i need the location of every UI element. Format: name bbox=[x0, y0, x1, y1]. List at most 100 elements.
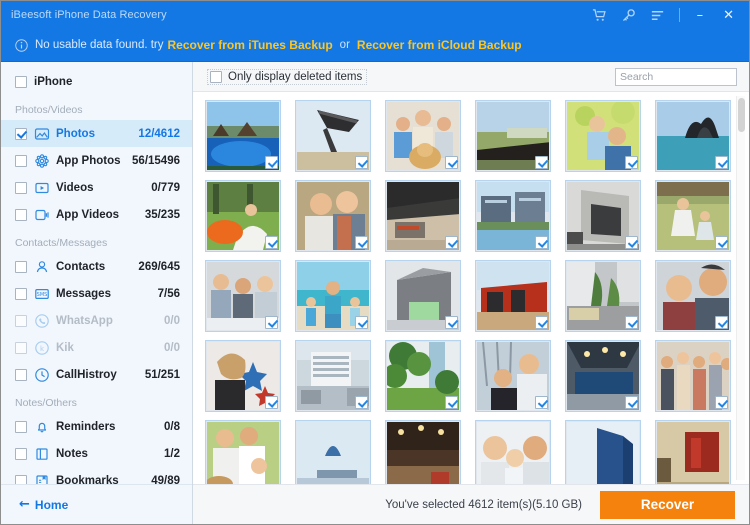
sidebar-item-app-videos[interactable]: App Videos 35/235 bbox=[1, 201, 192, 228]
sidebar-item-whatsapp[interactable]: WhatsApp 0/0 bbox=[1, 307, 192, 334]
selected-badge[interactable] bbox=[355, 316, 368, 329]
selected-badge[interactable] bbox=[535, 316, 548, 329]
whatsapp-checkbox[interactable] bbox=[15, 315, 27, 327]
selected-badge[interactable] bbox=[265, 396, 278, 409]
boy-and-father-photo[interactable] bbox=[655, 260, 731, 332]
white-apartments-photo[interactable] bbox=[295, 340, 371, 412]
videos-checkbox[interactable] bbox=[15, 182, 27, 194]
notes-checkbox[interactable] bbox=[15, 448, 27, 460]
modern-building-photo[interactable] bbox=[475, 100, 551, 172]
minimize-button[interactable]: – bbox=[694, 7, 707, 24]
selected-badge[interactable] bbox=[445, 316, 458, 329]
only-deleted-toggle[interactable]: Only display deleted items bbox=[207, 69, 367, 85]
harbour-boats-photo[interactable] bbox=[295, 420, 371, 484]
iphone-checkbox[interactable] bbox=[15, 76, 27, 88]
office-campus-photo[interactable] bbox=[475, 180, 551, 252]
app-photos-checkbox[interactable] bbox=[15, 155, 27, 167]
sidebar-list: iPhone Photos/Videos Photos 12/4612 bbox=[1, 62, 192, 484]
search-input[interactable] bbox=[615, 68, 737, 86]
green-tower-photo[interactable] bbox=[385, 340, 461, 412]
office-meeting-photo[interactable] bbox=[205, 260, 281, 332]
selected-badge[interactable] bbox=[715, 156, 728, 169]
reminders-checkbox[interactable] bbox=[15, 421, 27, 433]
expo-hall-photo[interactable] bbox=[385, 420, 461, 484]
kik-checkbox[interactable] bbox=[15, 342, 27, 354]
scrollbar-thumb[interactable] bbox=[738, 98, 745, 132]
selected-badge[interactable] bbox=[355, 236, 368, 249]
opera-house-photo[interactable] bbox=[655, 100, 731, 172]
couple-at-marina-photo[interactable] bbox=[475, 340, 551, 412]
selected-badge[interactable] bbox=[445, 396, 458, 409]
skyscraper-photo[interactable] bbox=[565, 420, 641, 484]
selected-badge[interactable] bbox=[355, 156, 368, 169]
sidebar-item-photos[interactable]: Photos 12/4612 bbox=[1, 120, 192, 147]
sidebar-item-notes[interactable]: Notes 1/2 bbox=[1, 440, 192, 467]
sidebar-item-iphone[interactable]: iPhone bbox=[1, 68, 192, 95]
family-portrait-photo[interactable] bbox=[475, 420, 551, 484]
selected-badge[interactable] bbox=[715, 236, 728, 249]
family-picnic-photo[interactable] bbox=[205, 420, 281, 484]
selected-badge[interactable] bbox=[625, 236, 638, 249]
family-with-dog-photo[interactable] bbox=[385, 100, 461, 172]
selected-badge[interactable] bbox=[265, 236, 278, 249]
selected-badge[interactable] bbox=[715, 396, 728, 409]
only-deleted-checkbox[interactable] bbox=[210, 71, 222, 83]
two-men-hugging-photo[interactable] bbox=[295, 180, 371, 252]
home-button[interactable]: ← Home bbox=[19, 498, 68, 512]
selected-badge[interactable] bbox=[265, 156, 278, 169]
selected-badge[interactable] bbox=[445, 236, 458, 249]
conference-hall-photo[interactable] bbox=[565, 340, 641, 412]
airport-terminal-photo[interactable] bbox=[385, 180, 461, 252]
close-button[interactable]: ✕ bbox=[720, 7, 737, 24]
grid-scrollbar[interactable] bbox=[736, 96, 745, 480]
mother-child-field-photo[interactable] bbox=[655, 180, 731, 252]
sidebar-item-app-photos[interactable]: App Photos 56/15496 bbox=[1, 147, 192, 174]
contacts-checkbox[interactable] bbox=[15, 261, 27, 273]
metal-sculpture-photo[interactable] bbox=[295, 100, 371, 172]
menu-icon[interactable] bbox=[650, 8, 665, 23]
recover-button[interactable]: Recover bbox=[600, 491, 735, 519]
sidebar-item-messages[interactable]: SMS Messages 7/56 bbox=[1, 280, 192, 307]
app-videos-checkbox[interactable] bbox=[15, 209, 27, 221]
selected-badge[interactable] bbox=[535, 236, 548, 249]
info-icon bbox=[15, 39, 28, 52]
bookmarks-checkbox[interactable] bbox=[15, 475, 27, 485]
content-toolbar: Only display deleted items bbox=[193, 62, 749, 92]
selected-badge[interactable] bbox=[445, 156, 458, 169]
sidebar-item-videos[interactable]: Videos 0/779 bbox=[1, 174, 192, 201]
call-history-checkbox[interactable] bbox=[15, 369, 27, 381]
wedding-couple-photo[interactable] bbox=[205, 180, 281, 252]
cart-icon[interactable] bbox=[592, 8, 607, 23]
photos-checkbox[interactable] bbox=[15, 128, 27, 140]
sidebar-item-kik[interactable]: k Kik 0/0 bbox=[1, 334, 192, 361]
red-facade-building-photo[interactable] bbox=[475, 260, 551, 332]
selected-badge[interactable] bbox=[625, 316, 638, 329]
selected-badge[interactable] bbox=[625, 156, 638, 169]
sidebar-item-label: Contacts bbox=[56, 261, 105, 273]
key-icon[interactable] bbox=[621, 8, 636, 23]
grey-pavilion-photo[interactable] bbox=[385, 260, 461, 332]
selected-badge[interactable] bbox=[265, 316, 278, 329]
selected-badge[interactable] bbox=[625, 396, 638, 409]
sidebar-item-bookmarks[interactable]: Bookmarks 49/89 bbox=[1, 467, 192, 484]
sidebar-item-call-history[interactable]: CallHistroy 51/251 bbox=[1, 361, 192, 388]
notice-bar: No usable data found. try Recover from i… bbox=[1, 29, 749, 62]
selected-badge[interactable] bbox=[535, 396, 548, 409]
sidebar-item-contacts[interactable]: Contacts 269/645 bbox=[1, 253, 192, 280]
recover-from-icloud-link[interactable]: Recover from iCloud Backup bbox=[357, 38, 522, 52]
woman-with-stars-photo[interactable] bbox=[205, 340, 281, 412]
selected-badge[interactable] bbox=[535, 156, 548, 169]
recover-from-itunes-link[interactable]: Recover from iTunes Backup bbox=[168, 38, 333, 52]
crowd-walking-photo[interactable] bbox=[655, 340, 731, 412]
family-on-beach-photo[interactable] bbox=[295, 260, 371, 332]
sidebar-item-reminders[interactable]: Reminders 0/8 bbox=[1, 413, 192, 440]
city-street-photo[interactable] bbox=[565, 260, 641, 332]
thumbnail-image bbox=[387, 422, 459, 484]
pool-resort-photo[interactable] bbox=[205, 100, 281, 172]
lobby-interior-photo[interactable] bbox=[655, 420, 731, 484]
selected-badge[interactable] bbox=[715, 316, 728, 329]
father-and-son-photo[interactable] bbox=[565, 100, 641, 172]
selected-badge[interactable] bbox=[355, 396, 368, 409]
grand-arche-photo[interactable] bbox=[565, 180, 641, 252]
messages-checkbox[interactable] bbox=[15, 288, 27, 300]
